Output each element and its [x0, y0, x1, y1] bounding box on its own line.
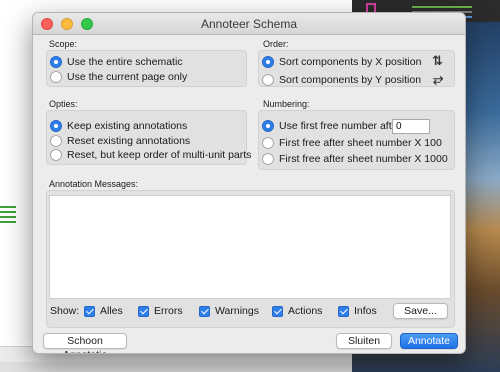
window-title: Annoteer Schema — [200, 17, 298, 31]
order-option-y-label: Sort components by Y position — [279, 74, 422, 86]
filter-actions[interactable]: Actions — [272, 305, 322, 317]
checkbox-checked[interactable] — [84, 305, 95, 317]
title-bar: Annoteer Schema — [33, 13, 465, 35]
checkbox-checked[interactable] — [272, 305, 283, 317]
terminal-lines — [412, 6, 472, 8]
filter-alles[interactable]: Alles — [84, 305, 123, 317]
radio-unselected[interactable] — [50, 135, 62, 147]
opties-option-keep[interactable]: Keep existing annotations — [50, 120, 187, 132]
filter-actions-label: Actions — [288, 305, 323, 317]
checkbox-checked[interactable] — [138, 305, 149, 317]
order-option-x-label: Sort components by X position — [279, 56, 422, 68]
start-number-input[interactable]: 0 — [392, 119, 430, 134]
checkbox-checked[interactable] — [338, 305, 349, 317]
save-messages-button[interactable]: Save... — [393, 303, 448, 319]
opties-option-reset-label: Reset existing annotations — [67, 135, 191, 147]
filter-warnings-label: Warnings — [215, 305, 259, 317]
opties-option-reset-keep-order-label: Reset, but keep order of multi-unit part… — [67, 149, 252, 161]
radio-unselected[interactable] — [262, 153, 274, 165]
scope-label: Scope: — [49, 39, 78, 49]
radio-selected[interactable] — [50, 56, 62, 68]
numbering-option-x100[interactable]: First free after sheet number X 100 — [262, 137, 442, 149]
background-status-bar — [0, 362, 380, 372]
radio-selected[interactable] — [262, 120, 274, 132]
filter-errors[interactable]: Errors — [138, 305, 183, 317]
opties-label: Opties: — [49, 99, 78, 109]
checkbox-checked[interactable] — [199, 305, 210, 317]
opties-option-reset[interactable]: Reset existing annotations — [50, 135, 190, 147]
filter-infos[interactable]: Infos — [338, 305, 377, 317]
scope-option-current-page[interactable]: Use the current page only — [50, 71, 187, 83]
schematic-fragment — [0, 202, 36, 226]
show-label: Show: — [50, 305, 80, 317]
scope-option-entire[interactable]: Use the entire schematic — [50, 56, 183, 68]
clear-annotation-button[interactable]: Schoon Annotatie — [43, 333, 127, 353]
radio-selected[interactable] — [262, 56, 274, 68]
order-label: Order: — [263, 39, 289, 49]
radio-unselected[interactable] — [262, 137, 274, 149]
annotate-button[interactable]: Annotate — [400, 333, 458, 349]
order-option-y[interactable]: Sort components by Y position — [262, 74, 421, 86]
filter-alles-label: Alles — [100, 305, 123, 317]
numbering-option-x1000-label: First free after sheet number X 1000 — [279, 153, 448, 165]
opties-option-reset-keep-order[interactable]: Reset, but keep order of multi-unit part… — [50, 149, 251, 161]
radio-selected[interactable] — [50, 120, 62, 132]
sort-y-icon: ⥂ — [433, 71, 444, 86]
filter-errors-label: Errors — [154, 305, 183, 317]
radio-unselected[interactable] — [50, 149, 62, 161]
messages-label: Annotation Messages: — [49, 179, 139, 189]
annotate-dialog: Annoteer Schema Scope: Use the entire sc… — [32, 12, 466, 354]
scope-option-entire-label: Use the entire schematic — [67, 56, 183, 68]
numbering-option-x100-label: First free after sheet number X 100 — [279, 137, 442, 149]
order-option-x[interactable]: Sort components by X position — [262, 56, 421, 68]
scope-option-current-page-label: Use the current page only — [67, 71, 188, 83]
filter-warnings[interactable]: Warnings — [199, 305, 259, 317]
numbering-option-x1000[interactable]: First free after sheet number X 1000 — [262, 153, 448, 165]
radio-unselected[interactable] — [50, 71, 62, 83]
sort-x-icon: ⇅ — [432, 53, 443, 68]
numbering-option-first-free-label: Use first free number after: — [279, 120, 404, 132]
filter-infos-label: Infos — [354, 305, 377, 317]
messages-list[interactable] — [49, 195, 451, 299]
numbering-option-first-free[interactable]: Use first free number after: — [262, 120, 404, 132]
opties-option-keep-label: Keep existing annotations — [67, 120, 188, 132]
close-button[interactable]: Sluiten — [336, 333, 392, 349]
numbering-label: Numbering: — [263, 99, 310, 109]
radio-unselected[interactable] — [262, 74, 274, 86]
